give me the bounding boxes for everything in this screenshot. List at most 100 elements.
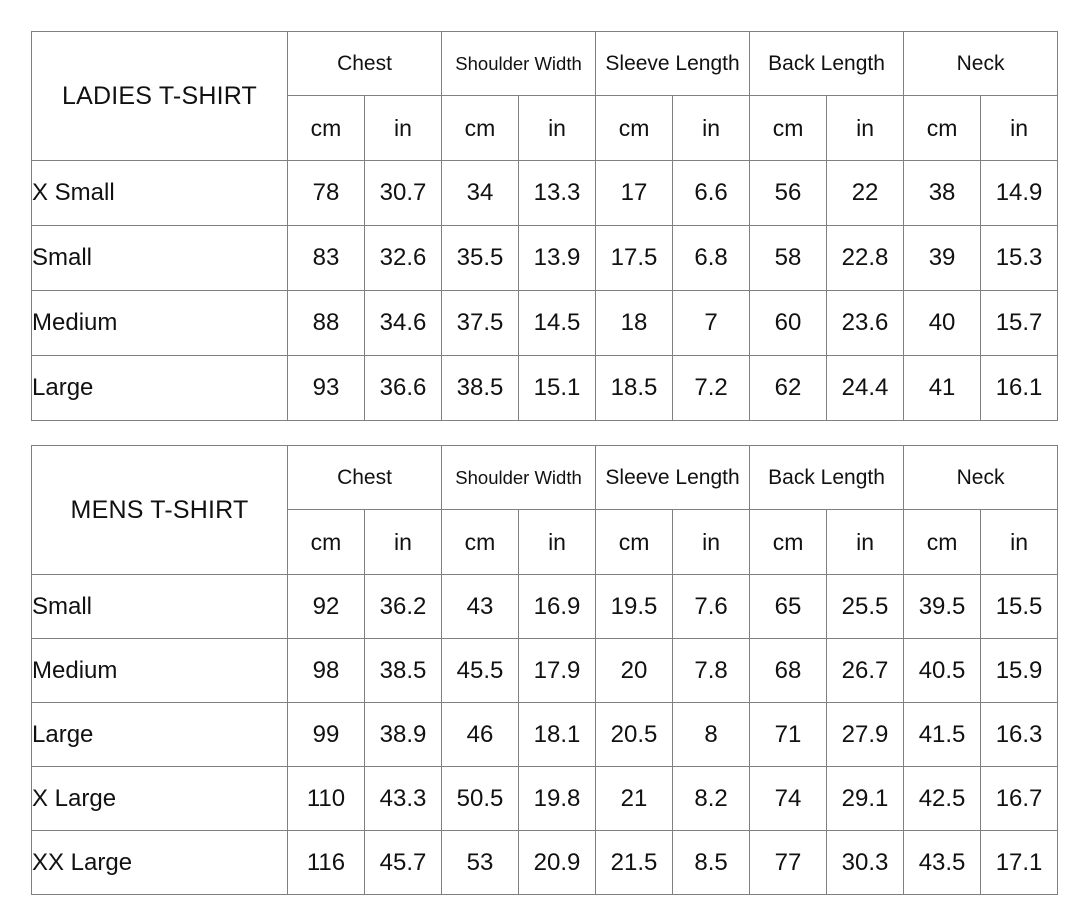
measure-value: 71 [749,702,828,767]
measure-value: 16.9 [518,574,597,639]
measurement-header-shoulder-width: Shoulder Width [441,31,597,96]
measure-value: 36.6 [363,355,443,421]
measure-value: 50.5 [441,766,520,831]
measure-value: 116 [287,830,365,895]
unit-header: cm [749,509,828,575]
unit-header: in [518,95,597,161]
table-row: X Large 110 43.3 50.5 19.8 21 8.2 74 29.… [31,766,1059,831]
measure-value: 15.9 [980,638,1059,703]
table-row: X Small 78 30.7 34 13.3 17 6.6 56 22 38 … [31,160,1059,226]
unit-header: in [363,95,443,161]
measurement-header-chest: Chest [286,445,443,510]
measure-value: 7.8 [672,638,751,703]
unit-header: cm [441,509,520,575]
measure-value: 27.9 [826,702,905,767]
measure-value: 18 [595,290,674,356]
measure-value: 17.5 [595,225,674,291]
measure-value: 39 [903,225,982,291]
unit-header: in [518,509,597,575]
measure-value: 45.5 [441,638,520,703]
table-row: XX Large 116 45.7 53 20.9 21.5 8.5 77 30… [31,830,1059,895]
unit-header: cm [287,509,365,575]
measure-value: 17.9 [518,638,597,703]
measure-value: 35.5 [441,225,520,291]
measure-value: 43 [441,574,520,639]
measure-value: 6.6 [672,160,751,226]
measurement-header-sleeve-length: Sleeve Length [595,31,751,96]
measurement-header-sleeve-length: Sleeve Length [595,445,751,510]
measure-value: 39.5 [903,574,982,639]
measure-value: 42.5 [903,766,982,831]
measurement-header-neck: Neck [903,31,1059,96]
size-label: Medium [31,290,288,356]
unit-header: in [672,95,751,161]
measure-value: 14.5 [518,290,597,356]
measure-value: 16.7 [980,766,1059,831]
measure-value: 38.5 [363,638,443,703]
measure-value: 32.6 [363,225,443,291]
measure-value: 78 [287,160,365,226]
unit-header: in [363,509,443,575]
unit-header: in [826,95,905,161]
measure-value: 21.5 [595,830,674,895]
table-header-group-row: MENS T-SHIRT Chest Shoulder Width Sleeve… [31,445,1059,575]
measure-value: 92 [287,574,365,639]
measure-value: 38.9 [363,702,443,767]
measure-value: 99 [287,702,365,767]
measure-value: 6.8 [672,225,751,291]
mens-t-shirt-size-table: MENS T-SHIRT Chest Shoulder Width Sleeve… [31,445,1059,895]
unit-header: cm [287,95,365,161]
measure-value: 83 [287,225,365,291]
measure-value: 41 [903,355,982,421]
measure-value: 45.7 [363,830,443,895]
measure-value: 24.4 [826,355,905,421]
measure-value: 20 [595,638,674,703]
measure-value: 15.3 [980,225,1059,291]
measure-value: 77 [749,830,828,895]
measure-value: 62 [749,355,828,421]
size-label: X Large [31,766,288,831]
size-label: XX Large [31,830,288,895]
measure-value: 8.2 [672,766,751,831]
measure-value: 30.7 [363,160,443,226]
ladies-table-title: LADIES T-SHIRT [31,31,288,161]
measurement-header-back-length: Back Length [749,445,905,510]
unit-header: in [826,509,905,575]
measure-value: 36.2 [363,574,443,639]
measure-value: 21 [595,766,674,831]
measure-value: 40 [903,290,982,356]
measure-value: 34.6 [363,290,443,356]
measure-value: 20.5 [595,702,674,767]
table-row: Medium 88 34.6 37.5 14.5 18 7 60 23.6 40… [31,290,1059,356]
measure-value: 37.5 [441,290,520,356]
measure-value: 30.3 [826,830,905,895]
table-header-group-row: LADIES T-SHIRT Chest Shoulder Width Slee… [31,31,1059,161]
measure-value: 19.8 [518,766,597,831]
size-label: X Small [31,160,288,226]
table-row: Large 99 38.9 46 18.1 20.5 8 71 27.9 41.… [31,702,1059,767]
size-label: Small [31,574,288,639]
measure-value: 38.5 [441,355,520,421]
measure-value: 88 [287,290,365,356]
table-row: Medium 98 38.5 45.5 17.9 20 7.8 68 26.7 … [31,638,1059,703]
measurement-header-shoulder-width: Shoulder Width [441,445,597,510]
measure-value: 65 [749,574,828,639]
unit-header: cm [441,95,520,161]
table-row: Small 83 32.6 35.5 13.9 17.5 6.8 58 22.8… [31,225,1059,291]
measurement-header-chest: Chest [286,31,443,96]
measure-value: 74 [749,766,828,831]
unit-header: cm [903,95,982,161]
measure-value: 46 [441,702,520,767]
mens-table-title: MENS T-SHIRT [31,445,288,575]
unit-header: cm [595,509,674,575]
size-label: Large [31,355,288,421]
measure-value: 13.3 [518,160,597,226]
size-label: Large [31,702,288,767]
measure-value: 15.5 [980,574,1059,639]
size-label: Small [31,225,288,291]
measure-value: 15.7 [980,290,1059,356]
measure-value: 13.9 [518,225,597,291]
measure-value: 16.3 [980,702,1059,767]
measure-value: 16.1 [980,355,1059,421]
table-row: Small 92 36.2 43 16.9 19.5 7.6 65 25.5 3… [31,574,1059,639]
